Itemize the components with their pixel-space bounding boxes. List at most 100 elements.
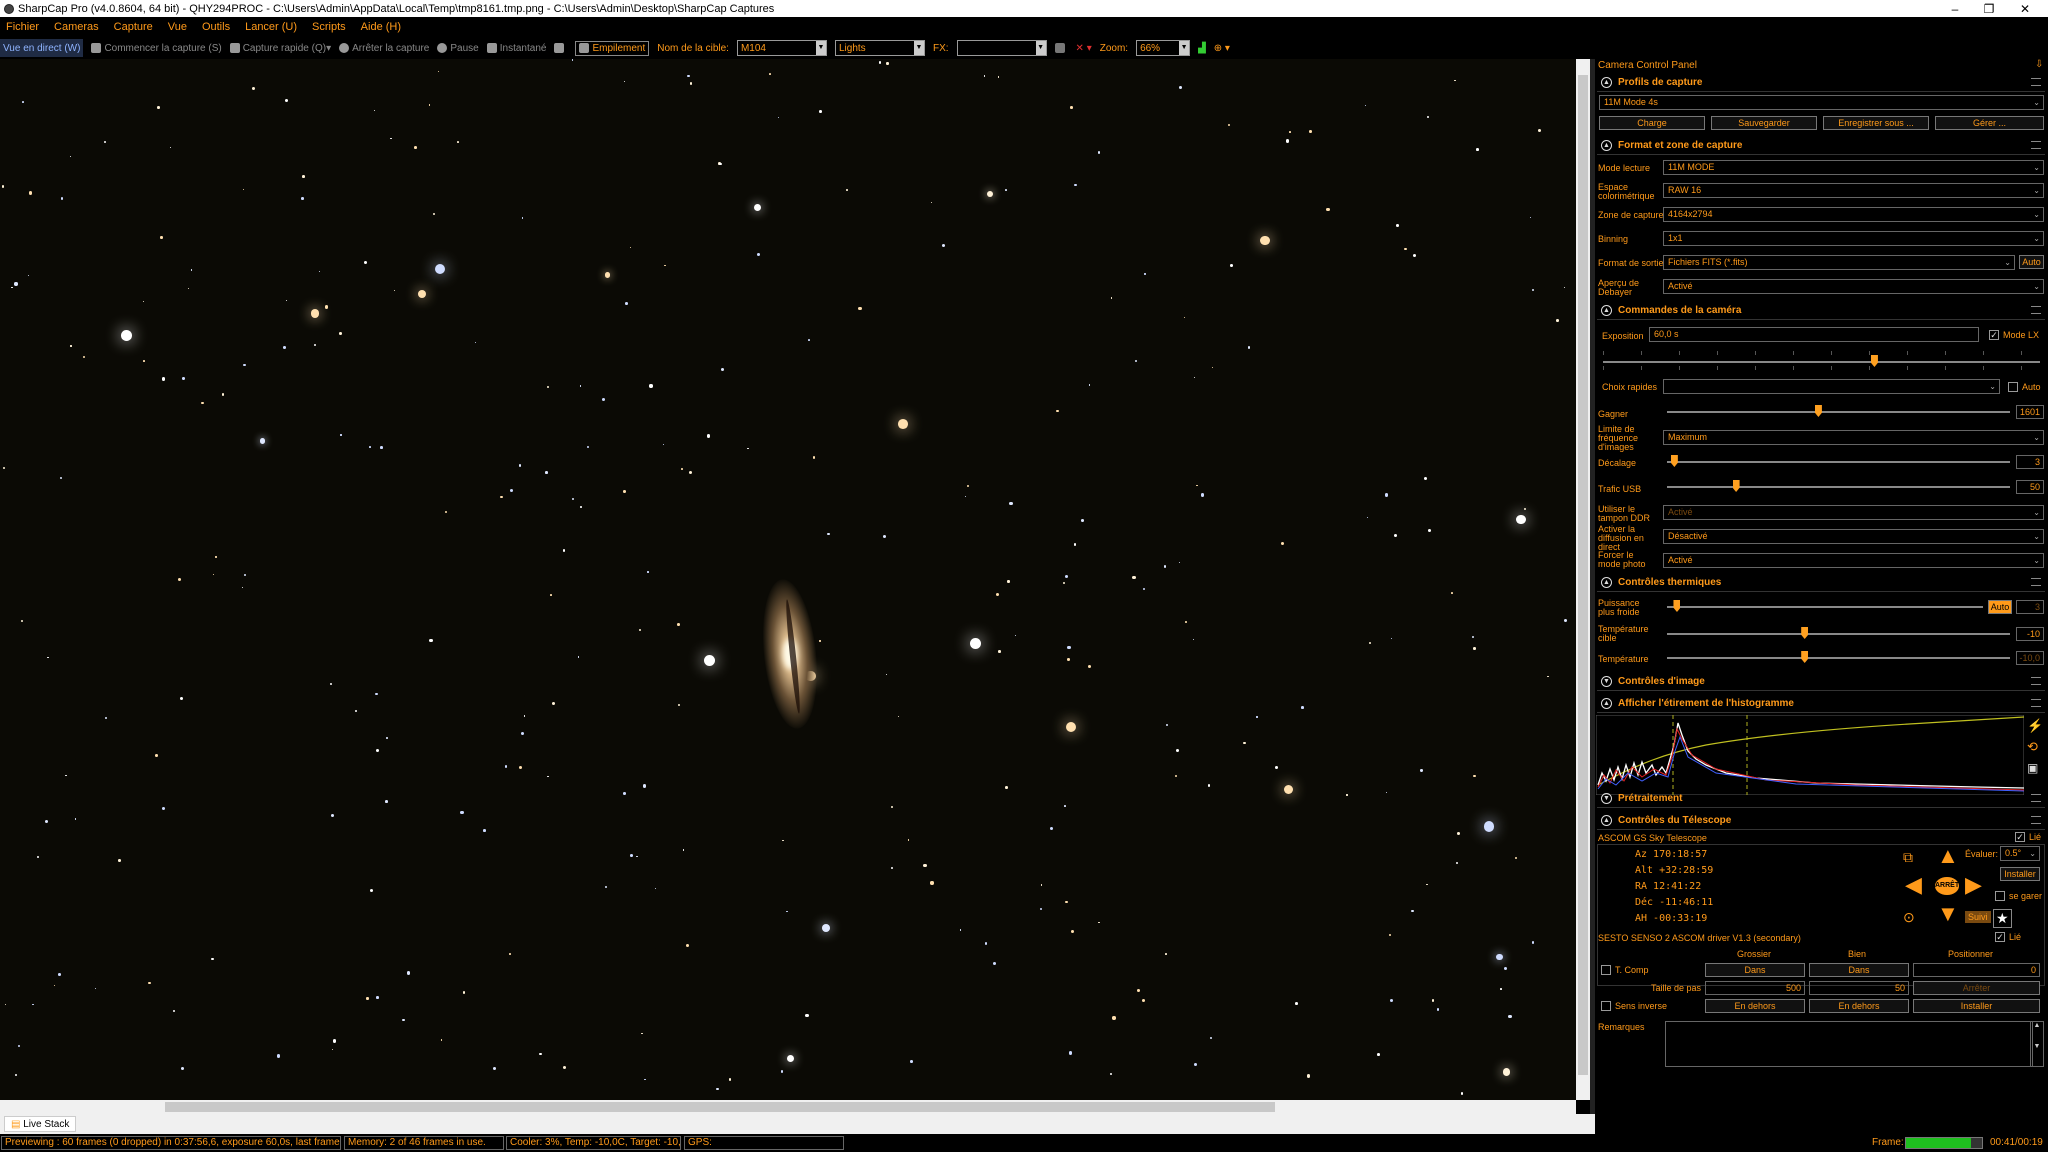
collapse-icon[interactable]: ▲ bbox=[1601, 577, 1612, 588]
offset-slider-track[interactable] bbox=[1667, 461, 2010, 463]
fine-step-input[interactable]: 50 bbox=[1809, 981, 1909, 995]
west-arrow-button[interactable]: ◀ bbox=[1905, 874, 1922, 896]
focuser-position-input[interactable]: 0 bbox=[1913, 963, 2040, 977]
park-checkbox[interactable] bbox=[1995, 891, 2005, 901]
gain-slider-track[interactable] bbox=[1667, 411, 2010, 413]
grid-icon[interactable] bbox=[1054, 43, 1068, 53]
live-view-button[interactable]: Vue en direct (W) bbox=[0, 39, 84, 57]
mount-setup-button[interactable]: Installer bbox=[2000, 867, 2040, 881]
remarks-scrollbar[interactable]: ▲ ▼ bbox=[2030, 1021, 2044, 1067]
stop-capture-button[interactable]: Arrêter la capture bbox=[339, 43, 429, 54]
menu-fichier[interactable]: Fichier bbox=[6, 21, 39, 33]
collapse-icon[interactable]: ▲ bbox=[1601, 77, 1612, 88]
coarse-out-button[interactable]: En dehors bbox=[1705, 999, 1805, 1013]
cooler-power-slider-track[interactable] bbox=[1667, 606, 1983, 608]
section-camera-controls[interactable]: ▲ Commandes de la caméra bbox=[1597, 302, 2045, 320]
binning-select[interactable]: 1x1 ⌄ bbox=[1663, 231, 2044, 246]
chevron-down-icon[interactable]: ▼ bbox=[1179, 41, 1190, 55]
target-temp-slider-track[interactable] bbox=[1667, 633, 2010, 635]
menu-cameras[interactable]: Cameras bbox=[54, 21, 99, 33]
settings-icon[interactable] bbox=[554, 43, 567, 53]
section-histogram[interactable]: ▲ Afficher l'étirement de l'histogramme bbox=[1597, 695, 2045, 713]
collapse-icon[interactable]: ▲ bbox=[1601, 305, 1612, 316]
chevron-down-icon[interactable]: ▼ bbox=[1035, 41, 1046, 55]
menu-capture[interactable]: Capture bbox=[114, 21, 153, 33]
target-temp-slider-knob[interactable] bbox=[1801, 627, 1809, 639]
live-stack-tab[interactable]: ▤ Live Stack bbox=[4, 1116, 77, 1132]
menu-icon[interactable] bbox=[2031, 794, 2041, 802]
section-preprocessing[interactable]: ▼ Prétraitement bbox=[1597, 790, 2045, 808]
debayer-select[interactable]: Activé ⌄ bbox=[1663, 279, 2044, 294]
menu-icon[interactable] bbox=[2031, 677, 2041, 685]
usb-slider-track[interactable] bbox=[1667, 486, 2010, 488]
sync-icon[interactable]: ⧉ bbox=[1903, 849, 1913, 866]
cooler-power-slider-knob[interactable] bbox=[1673, 600, 1681, 612]
offset-value[interactable]: 3 bbox=[2016, 455, 2044, 469]
menu-outils[interactable]: Outils bbox=[202, 21, 230, 33]
save-profile-button[interactable]: Sauvegarder bbox=[1711, 116, 1817, 130]
collapse-icon[interactable]: ▲ bbox=[1601, 698, 1612, 709]
menu-icon[interactable] bbox=[2031, 141, 2041, 149]
load-profile-button[interactable]: Charge bbox=[1599, 116, 1705, 130]
capture-area-select[interactable]: 4164x2794 ⌄ bbox=[1663, 207, 2044, 222]
start-capture-button[interactable]: Commencer la capture (S) bbox=[91, 43, 222, 54]
gain-slider-knob[interactable] bbox=[1814, 405, 1822, 417]
stacking-button[interactable]: Empilement bbox=[575, 40, 650, 56]
focuser-linked-checkbox[interactable]: ✓ bbox=[1995, 932, 2005, 942]
frame-type-select[interactable]: Lights ▼ bbox=[834, 40, 925, 56]
save-as-profile-button[interactable]: Enregistrer sous ... bbox=[1823, 116, 1929, 130]
scroll-thumb[interactable] bbox=[165, 1102, 1275, 1112]
menu-icon[interactable] bbox=[2031, 699, 2041, 707]
live-stream-select[interactable]: Désactivé ⌄ bbox=[1663, 529, 2044, 544]
section-image-controls[interactable]: ▼ Contrôles d'image bbox=[1597, 673, 2045, 691]
manage-profiles-button[interactable]: Gérer ... bbox=[1935, 116, 2044, 130]
north-arrow-button[interactable]: ▲ bbox=[1937, 845, 1959, 867]
section-format[interactable]: ▲ Format et zone de capture bbox=[1597, 137, 2045, 155]
cooler-auto-button[interactable]: Auto bbox=[1988, 600, 2012, 614]
read-mode-select[interactable]: 11M MODE ⌄ bbox=[1663, 160, 2044, 175]
fx-select[interactable]: ▼ bbox=[956, 40, 1047, 56]
expand-icon[interactable]: ▼ bbox=[1601, 676, 1612, 687]
menu-vue[interactable]: Vue bbox=[168, 21, 187, 33]
south-arrow-button[interactable]: ▼ bbox=[1937, 903, 1959, 925]
gain-value[interactable]: 1601 bbox=[2016, 405, 2044, 419]
chevron-down-icon[interactable]: ▼ bbox=[815, 41, 826, 55]
mount-linked-checkbox[interactable]: ✓ bbox=[2015, 832, 2025, 842]
rate-select[interactable]: 0.5° ⌄ bbox=[2000, 846, 2040, 861]
horizontal-scrollbar[interactable] bbox=[0, 1100, 1576, 1114]
reverse-checkbox[interactable] bbox=[1601, 1001, 1611, 1011]
ddr-buffer-select[interactable]: Activé ⌄ bbox=[1663, 505, 2044, 520]
section-capture-profiles[interactable]: ▲ Profils de capture bbox=[1597, 74, 2045, 92]
focuser-stop-button[interactable]: Arrêter bbox=[1913, 981, 2040, 995]
stop-mount-button[interactable]: ARRÊT bbox=[1935, 877, 1959, 895]
zoom-icon[interactable]: ⊕ ▾ bbox=[1214, 43, 1230, 54]
collapse-icon[interactable]: ▲ bbox=[1601, 140, 1612, 151]
tracking-button[interactable]: Suivi bbox=[1965, 911, 1991, 923]
usb-slider-knob[interactable] bbox=[1732, 480, 1740, 492]
section-thermal[interactable]: ▲ Contrôles thermiques bbox=[1597, 574, 2045, 592]
menu-icon[interactable] bbox=[2031, 306, 2041, 314]
output-format-select[interactable]: Fichiers FITS (*.fits) ⌄ bbox=[1663, 255, 2015, 270]
profile-select[interactable]: 11M Mode 4s ⌄ bbox=[1599, 95, 2044, 110]
exposure-slider-track[interactable] bbox=[1603, 361, 2040, 363]
exposure-input[interactable]: 60,0 s bbox=[1649, 327, 1979, 342]
scroll-thumb[interactable] bbox=[1578, 75, 1588, 1075]
snapshot-button[interactable]: Instantané bbox=[486, 43, 546, 54]
lightning-icon[interactable]: ⚡ bbox=[2027, 718, 2043, 734]
focuser-setup-button[interactable]: Installer bbox=[1913, 999, 2040, 1013]
collapse-icon[interactable]: ▲ bbox=[1601, 815, 1612, 826]
section-telescope[interactable]: ▲ Contrôles du Télescope bbox=[1597, 812, 2045, 830]
quick-choice-select[interactable]: ⌄ bbox=[1663, 379, 2000, 394]
close-button[interactable]: ✕ bbox=[2002, 0, 2048, 17]
star-icon[interactable]: ★ bbox=[1993, 909, 2012, 928]
vertical-scrollbar[interactable] bbox=[1576, 59, 1590, 1100]
pause-button[interactable]: Pause bbox=[437, 43, 479, 54]
usb-traffic-value[interactable]: 50 bbox=[2016, 480, 2044, 494]
menu-lancer[interactable]: Lancer (U) bbox=[245, 21, 297, 33]
east-arrow-button[interactable]: ▶ bbox=[1965, 874, 1982, 896]
offset-slider-knob[interactable] bbox=[1670, 455, 1678, 467]
histogram-chart[interactable] bbox=[1596, 715, 2024, 795]
fine-in-button[interactable]: Dans bbox=[1809, 963, 1909, 977]
menu-icon[interactable] bbox=[2031, 78, 2041, 86]
quick-auto-checkbox[interactable] bbox=[2008, 382, 2018, 392]
